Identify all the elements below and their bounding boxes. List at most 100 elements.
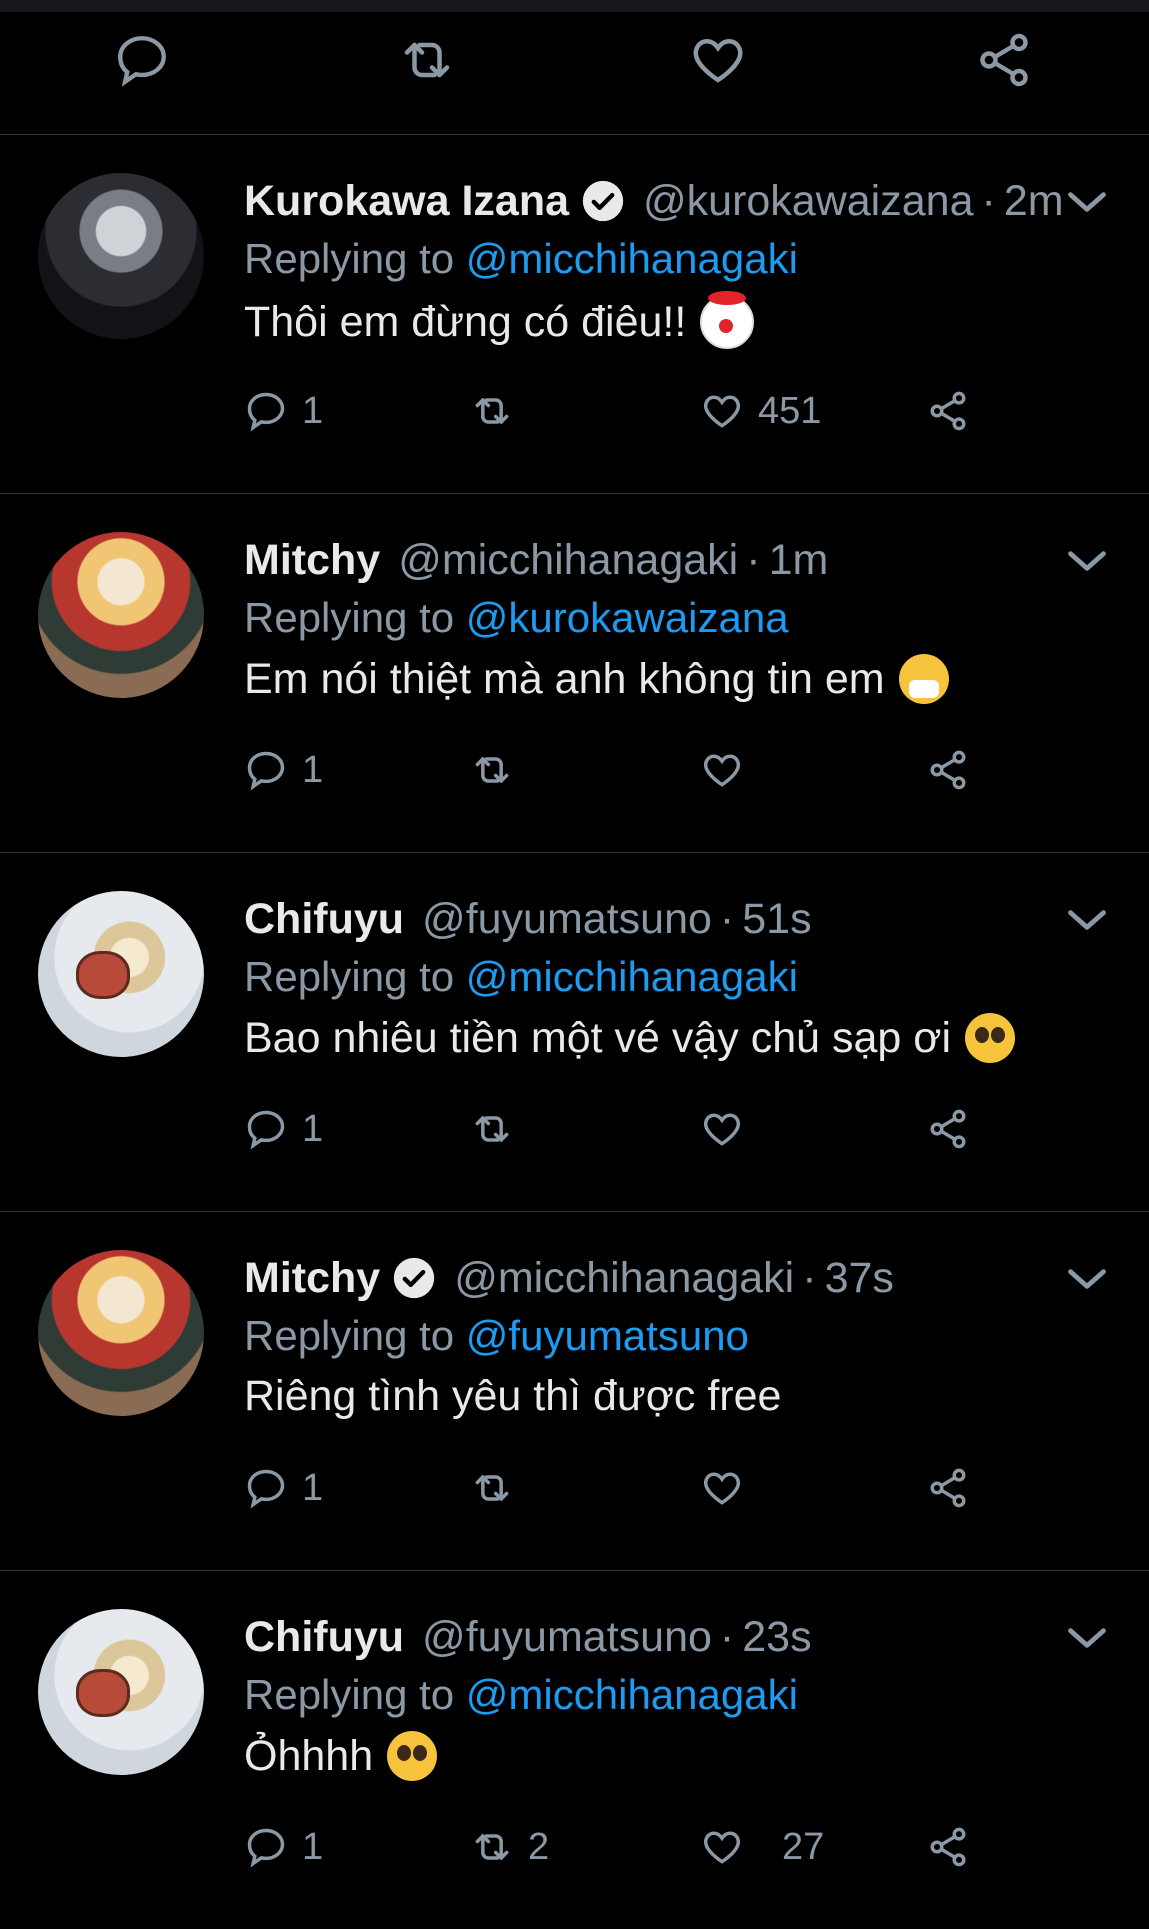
avatar[interactable] (38, 1609, 204, 1775)
reply-button[interactable]: 1 (244, 1099, 323, 1159)
reply-button[interactable]: 1 (244, 740, 323, 800)
chevron-down-icon[interactable] (1065, 187, 1109, 217)
replying-to: Replying to @fuyumatsuno (244, 1312, 749, 1360)
reply-count: 1 (302, 1466, 324, 1509)
like-button[interactable]: 451 (700, 381, 821, 441)
retweet-button[interactable] (470, 740, 528, 800)
reply-icon (247, 392, 285, 432)
like-icon[interactable] (688, 30, 748, 90)
share-button[interactable] (926, 381, 970, 441)
retweet-button[interactable] (470, 1458, 528, 1518)
tweet-text: Ỏhhhh (244, 1731, 438, 1781)
reply-mention-link[interactable]: @micchihanagaki (466, 953, 798, 1000)
reply-count: 1 (302, 1825, 324, 1868)
like-button[interactable] (700, 1458, 758, 1518)
share-icon[interactable] (974, 30, 1034, 90)
chevron-down-icon[interactable] (1065, 905, 1109, 935)
retweet-icon (475, 757, 509, 783)
retweet-button[interactable] (470, 1099, 528, 1159)
tweet-header: Chifuyu @fuyumatsuno · 23s (244, 1607, 812, 1667)
reply-button[interactable]: 1 (244, 381, 323, 441)
reply-button[interactable]: 1 (244, 1458, 323, 1518)
tweet[interactable]: Chifuyu @fuyumatsuno · 23s Replying to @… (0, 1571, 1149, 1929)
pleading-face-emoji-icon (387, 1731, 438, 1781)
chevron-down-icon[interactable] (1065, 1264, 1109, 1294)
parent-tweet-actions (0, 12, 1149, 134)
like-icon (704, 1472, 740, 1505)
share-button[interactable] (926, 1817, 970, 1877)
share-button[interactable] (926, 1458, 970, 1518)
avatar-decoration (76, 951, 130, 999)
tweet-text: Em nói thiệt mà anh không tin em (244, 654, 949, 704)
handle: @micchihanagaki (398, 535, 739, 584)
replying-to: Replying to @micchihanagaki (244, 953, 798, 1001)
tweet[interactable]: Chifuyu @fuyumatsuno · 51s Replying to @… (0, 853, 1149, 1211)
retweet-button[interactable] (470, 381, 528, 441)
like-button[interactable] (700, 740, 758, 800)
reply-mention-link[interactable]: @fuyumatsuno (466, 1312, 749, 1359)
reply-mention-link[interactable]: @micchihanagaki (466, 1671, 798, 1718)
display-name[interactable]: Chifuyu (244, 1613, 404, 1662)
display-name[interactable]: Chifuyu (244, 895, 404, 944)
handle: @fuyumatsuno (422, 894, 712, 943)
tweet-header: Mitchy @micchihanagaki · 37s (244, 1248, 894, 1308)
timestamp[interactable]: 2m (1004, 177, 1064, 226)
tweet-text-content: Thôi em đừng có điêu!! (244, 297, 687, 346)
timestamp[interactable]: 23s (742, 1613, 811, 1662)
separator-dot: · (719, 1612, 735, 1661)
tweet-header: Kurokawa Izana @kurokawaizana · 2m (244, 171, 1064, 231)
tweet-actions: 1 2 27 (244, 1817, 1004, 1877)
avatar[interactable] (38, 173, 204, 339)
share-icon (930, 1468, 966, 1508)
like-button[interactable]: 27 (700, 1817, 824, 1877)
avatar[interactable] (38, 1250, 204, 1416)
reply-mention-link[interactable]: @micchihanagaki (466, 235, 798, 282)
share-button[interactable] (926, 1099, 970, 1159)
display-name[interactable]: Kurokawa Izana (244, 177, 569, 226)
tweet-actions: 1 (244, 1458, 1004, 1518)
separator-dot: · (719, 894, 735, 943)
tweet[interactable]: Mitchy @micchihanagaki · 37s Replying to… (0, 1212, 1149, 1570)
tweet[interactable]: Mitchy @micchihanagaki · 1m Replying to … (0, 494, 1149, 852)
chevron-down-icon[interactable] (1065, 1623, 1109, 1653)
replying-to-label: Replying to (244, 1312, 455, 1359)
clown-emoji-icon (700, 291, 755, 349)
sneezing-face-emoji-icon (898, 654, 949, 704)
avatar[interactable] (38, 532, 204, 698)
timestamp[interactable]: 37s (825, 1254, 894, 1303)
tweet-text-content: Em nói thiệt mà anh không tin em (244, 654, 885, 703)
tweet-text: Thôi em đừng có điêu!! (244, 291, 755, 349)
like-button[interactable] (700, 1099, 758, 1159)
display-name[interactable]: Mitchy (244, 1254, 380, 1303)
verified-badge-icon (394, 1257, 435, 1299)
retweet-icon (475, 1116, 509, 1142)
tweet-header: Mitchy @micchihanagaki · 1m (244, 530, 828, 590)
retweet-count: 2 (528, 1825, 550, 1868)
retweet-icon (475, 1834, 509, 1860)
tweet-header: Chifuyu @fuyumatsuno · 51s (244, 889, 812, 949)
chevron-down-icon[interactable] (1065, 546, 1109, 576)
tweet[interactable]: Kurokawa Izana @kurokawaizana · 2m Reply… (0, 135, 1149, 493)
like-icon (704, 395, 740, 428)
replying-to-label: Replying to (244, 235, 455, 282)
tweet-text-content: Ỏhhhh (244, 1731, 374, 1780)
retweet-button[interactable]: 2 (470, 1817, 549, 1877)
timestamp[interactable]: 1m (769, 536, 829, 585)
tweet-text-content: Riêng tình yêu thì được free (244, 1372, 782, 1420)
timestamp[interactable]: 51s (742, 895, 811, 944)
share-button[interactable] (926, 740, 970, 800)
retweet-icon (475, 1475, 509, 1501)
retweet-icon[interactable] (397, 30, 457, 90)
retweet-icon (475, 398, 509, 424)
tweet-actions: 1 (244, 1099, 1004, 1159)
replying-to-label: Replying to (244, 1671, 455, 1718)
replying-to: Replying to @micchihanagaki (244, 1671, 798, 1719)
reply-icon[interactable] (112, 30, 172, 90)
share-icon (930, 1827, 966, 1867)
display-name[interactable]: Mitchy (244, 536, 380, 585)
reply-icon (247, 1828, 285, 1868)
reply-mention-link[interactable]: @kurokawaizana (466, 594, 789, 641)
like-icon (704, 1113, 740, 1146)
reply-button[interactable]: 1 (244, 1817, 323, 1877)
avatar[interactable] (38, 891, 204, 1057)
